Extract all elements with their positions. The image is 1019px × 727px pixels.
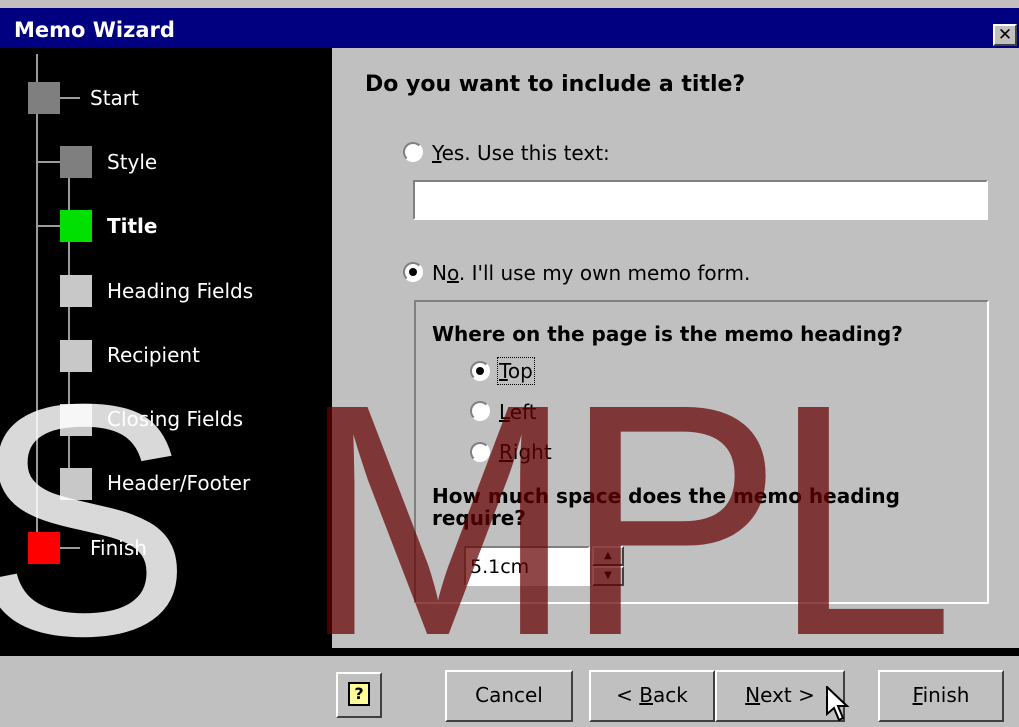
- no-radio-label[interactable]: No. I'll use my own memo form.: [432, 261, 750, 285]
- step-recipient-marker-icon: [60, 340, 92, 372]
- step-finish[interactable]: Finish: [90, 536, 147, 560]
- arrow-down-icon: ▼: [604, 570, 612, 581]
- close-icon: ✕: [997, 25, 1013, 45]
- step-closing-fields-marker-icon: [60, 404, 92, 436]
- position-right-radio[interactable]: [470, 442, 490, 462]
- title-text-input[interactable]: [413, 180, 988, 220]
- space-question-line-2: require?: [432, 506, 526, 530]
- step-start[interactable]: Start: [90, 86, 139, 110]
- yes-radio-label[interactable]: Yes. Use this text:: [432, 141, 610, 165]
- step-style[interactable]: Style: [107, 150, 157, 174]
- footer-divider: [0, 648, 1019, 656]
- step-title-marker-icon: [60, 210, 92, 242]
- close-button[interactable]: ✕: [993, 24, 1017, 46]
- step-finish-marker-icon: [28, 532, 60, 564]
- step-header-footer[interactable]: Header/Footer: [107, 471, 250, 495]
- help-icon: ?: [348, 682, 370, 706]
- space-question-line-1: How much space does the memo heading: [432, 484, 900, 508]
- steps-rail: [36, 54, 38, 546]
- spin-down-button[interactable]: ▼: [592, 566, 624, 586]
- step-start-marker-icon: [28, 82, 60, 114]
- step-title[interactable]: Title: [107, 214, 157, 238]
- step-header-footer-marker-icon: [60, 468, 92, 500]
- step-connector: [60, 547, 80, 549]
- mouse-pointer-icon: [826, 686, 850, 722]
- spin-up-button[interactable]: ▲: [592, 546, 624, 566]
- arrow-up-icon: ▲: [604, 550, 612, 561]
- heading-space-input[interactable]: 5.1cm: [464, 546, 590, 586]
- cancel-button[interactable]: Cancel: [445, 670, 573, 722]
- position-top-radio[interactable]: [470, 361, 490, 381]
- no-radio[interactable]: [403, 262, 423, 282]
- finish-button[interactable]: Finish: [878, 670, 1004, 722]
- window-title: Memo Wizard: [14, 18, 175, 42]
- step-heading-fields-marker-icon: [60, 275, 92, 307]
- page-question: Do you want to include a title?: [365, 72, 746, 97]
- memo-wizard-window: Memo Wizard ✕ Start Style Title Heading …: [0, 0, 1019, 727]
- position-left-radio[interactable]: [470, 401, 490, 421]
- position-left-label[interactable]: Left: [499, 400, 537, 424]
- heading-position-question: Where on the page is the memo heading?: [432, 322, 903, 346]
- help-button[interactable]: ?: [336, 672, 382, 718]
- step-recipient[interactable]: Recipient: [107, 343, 200, 367]
- step-style-marker-icon: [60, 146, 92, 178]
- step-connector: [60, 97, 80, 99]
- step-connector: [38, 161, 60, 163]
- position-top-label[interactable]: Top: [497, 357, 535, 385]
- step-connector: [38, 225, 60, 227]
- step-heading-fields[interactable]: Heading Fields: [107, 279, 253, 303]
- title-bar[interactable]: Memo Wizard ✕: [0, 8, 1019, 48]
- back-button[interactable]: < Back: [589, 670, 715, 722]
- yes-radio[interactable]: [403, 142, 423, 162]
- position-right-label[interactable]: Right: [499, 440, 552, 464]
- step-closing-fields[interactable]: Closing Fields: [107, 407, 243, 431]
